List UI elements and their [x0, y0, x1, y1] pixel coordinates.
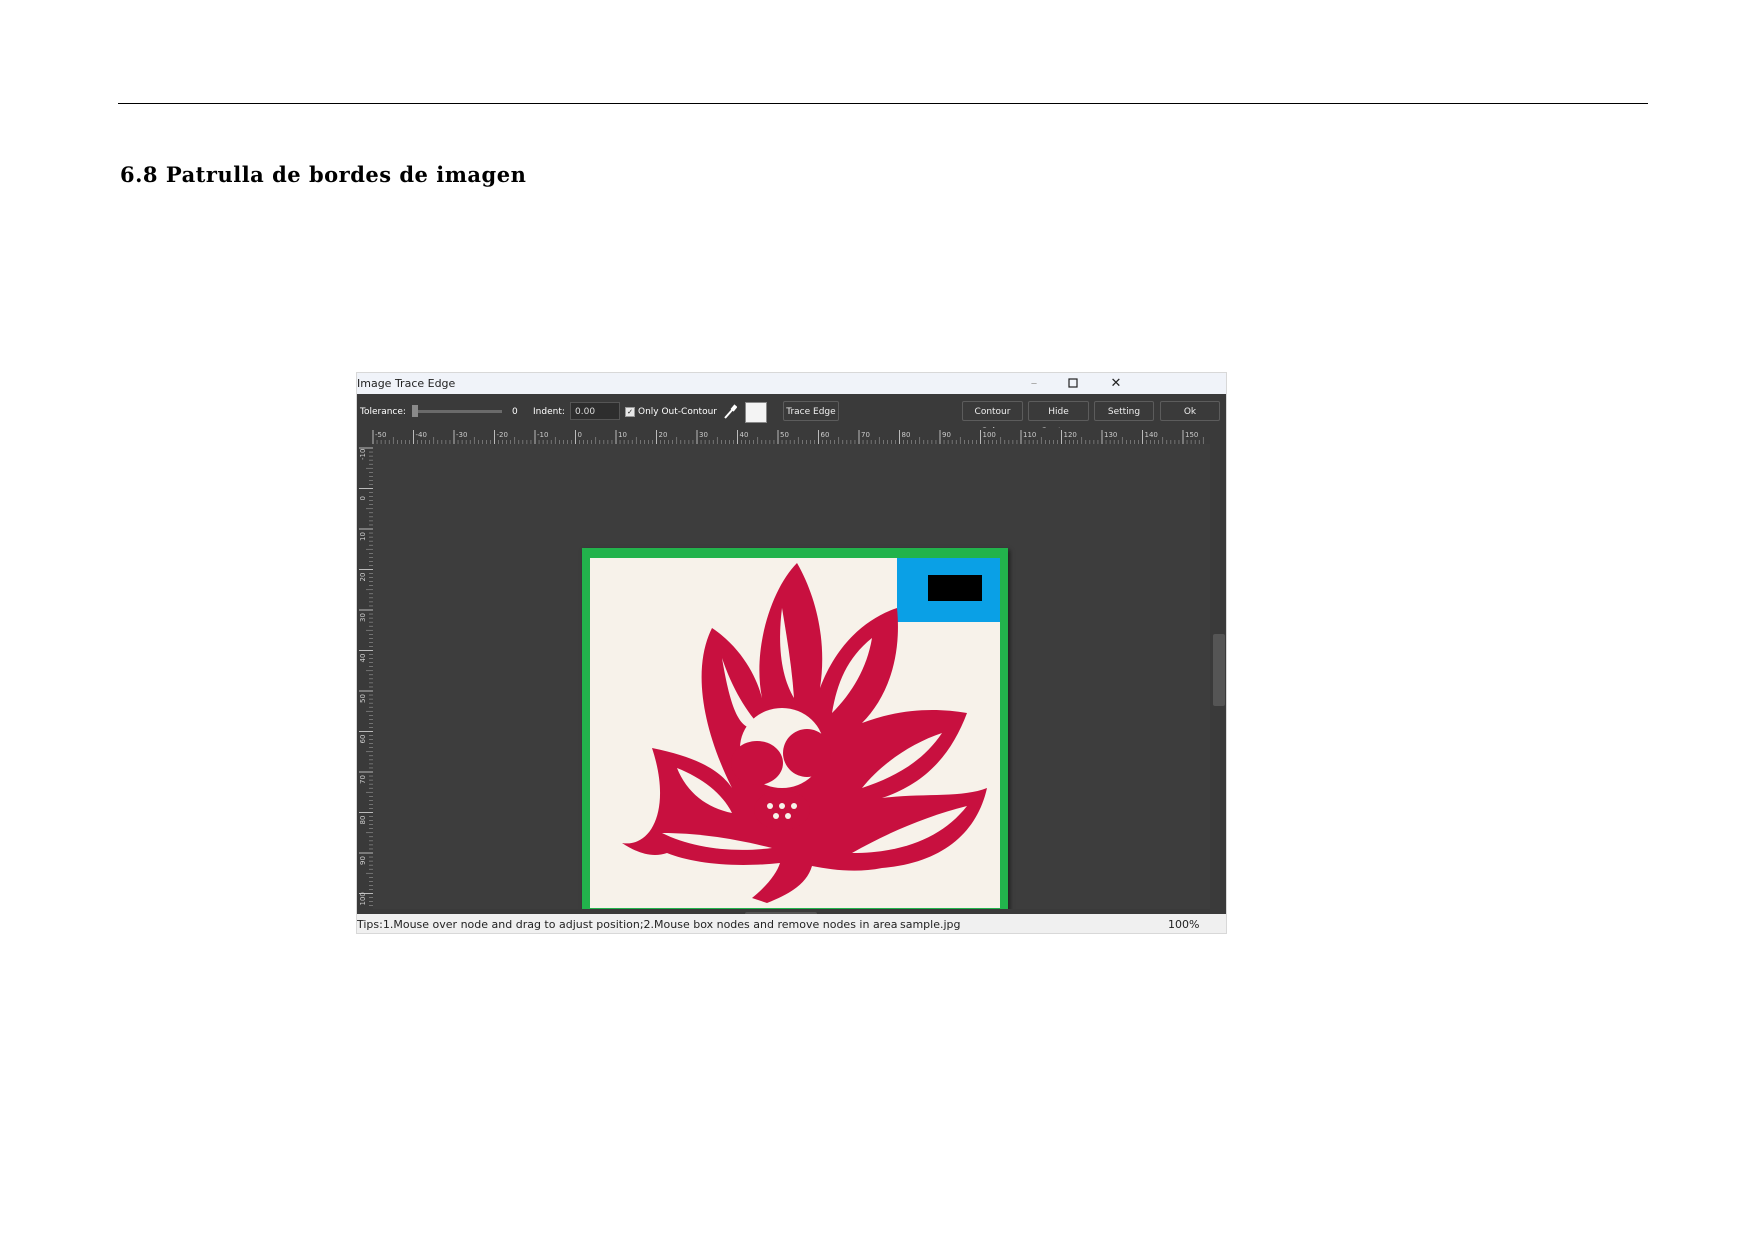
- ruler-tick-label: 50: [359, 694, 367, 703]
- ruler-tick-label: 60: [821, 431, 830, 439]
- only-out-contour-label: Only Out-Contour: [638, 407, 717, 417]
- ruler-tick-label: 50: [780, 431, 789, 439]
- only-out-contour-checkbox[interactable]: ✓: [625, 407, 635, 417]
- ruler-tick-label: 120: [1064, 431, 1077, 439]
- ruler-tick-label: 70: [861, 431, 870, 439]
- ruler-tick-label: 40: [740, 431, 749, 439]
- ruler-tick-label: 80: [902, 431, 911, 439]
- minimize-icon[interactable]: –: [1014, 373, 1054, 394]
- tolerance-value: 0: [512, 407, 518, 417]
- ruler-tick-label: 90: [359, 856, 367, 865]
- status-file-name: sample.jpg: [900, 918, 961, 931]
- contour-color-button[interactable]: Contour Color: [962, 401, 1023, 437]
- ruler-tick-label: 80: [359, 816, 367, 825]
- corner-black-box: [928, 575, 982, 601]
- ruler-tick-label: 30: [359, 613, 367, 622]
- ruler-tick-label: -20: [497, 431, 508, 439]
- ruler-tick-label: 60: [359, 735, 367, 744]
- tolerance-slider-thumb[interactable]: [412, 405, 418, 417]
- ruler-tick-label: -10: [359, 449, 367, 460]
- tolerance-label: Tolerance:: [360, 407, 406, 417]
- ruler-tick-label: 30: [699, 431, 708, 439]
- section-title: 6.8 Patrulla de bordes de imagen: [120, 162, 527, 187]
- ruler-tick-label: 0: [578, 431, 582, 439]
- indent-label: Indent:: [533, 407, 565, 417]
- ruler-tick-label: 130: [1104, 431, 1117, 439]
- ruler-tick-label: -30: [456, 431, 467, 439]
- paper-cut-image: [590, 558, 1000, 908]
- ruler-tick-label: 90: [942, 431, 951, 439]
- ruler-tick-label: 100: [359, 892, 367, 905]
- ruler-tick-label: 0: [359, 496, 367, 500]
- vertical-scrollbar[interactable]: [1210, 444, 1226, 909]
- hide-contour-button[interactable]: Hide Contour: [1028, 401, 1089, 437]
- ruler-tick-label: 10: [359, 532, 367, 541]
- indent-input[interactable]: 0.00: [570, 402, 620, 420]
- vertical-scrollbar-thumb[interactable]: [1213, 634, 1225, 706]
- ruler-tick-label: -40: [416, 431, 427, 439]
- maximize-square-icon: [1068, 378, 1078, 388]
- ruler-tick-label: -50: [375, 431, 386, 439]
- maximize-icon[interactable]: [1053, 373, 1093, 394]
- ruler-tick-label: -10: [537, 431, 548, 439]
- contour-color-swatch[interactable]: [745, 402, 767, 423]
- toolbar: Tolerance: 0 Indent: 0.00 ✓ Only Out-Con…: [357, 394, 1226, 437]
- close-icon[interactable]: ✕: [1096, 373, 1136, 394]
- ruler-tick-label: 110: [1023, 431, 1036, 439]
- page-top-rule: [118, 103, 1648, 104]
- vertical-ruler: -10 0 10 20 30 40 50 60 70 80 90 100: [357, 444, 374, 909]
- tolerance-slider-track[interactable]: [412, 410, 502, 413]
- image-preview[interactable]: [582, 548, 1008, 921]
- ruler-tick-label: 140: [1145, 431, 1158, 439]
- status-zoom: 100%: [1168, 918, 1200, 931]
- ruler-tick-label: 40: [359, 654, 367, 663]
- ruler-tick-label: 20: [659, 431, 668, 439]
- ruler-tick-label: 70: [359, 775, 367, 784]
- window-titlebar: Image Trace Edge – ✕: [357, 373, 1226, 394]
- ruler-tick-label: 20: [359, 573, 367, 582]
- status-bar: Tips:1.Mouse over node and drag to adjus…: [357, 914, 1226, 933]
- ruler-tick-label: 10: [618, 431, 627, 439]
- ruler-tick-label: 100: [983, 431, 996, 439]
- image-canvas[interactable]: [373, 444, 1210, 921]
- vertical-ruler-scale: -10 0 10 20 30 40 50 60 70 80 90 100: [359, 447, 373, 906]
- ruler-tick-label: 150: [1185, 431, 1198, 439]
- setting-button[interactable]: Setting: [1094, 401, 1154, 421]
- eyedropper-icon[interactable]: [723, 404, 737, 420]
- horizontal-ruler-scale: -50 -40 -30 -20 -10 0 10 20 30 40 50 60 70 80 90 100 110…: [372, 430, 1204, 444]
- image-trace-edge-window: Image Trace Edge – ✕ Tolerance: 0 Indent…: [357, 373, 1226, 933]
- ok-button[interactable]: Ok: [1160, 401, 1220, 421]
- horizontal-ruler: -50 -40 -30 -20 -10 0 10 20 30 40 50 60 70 80 90 100 110…: [357, 428, 1226, 445]
- status-tips: Tips:1.Mouse over node and drag to adjus…: [357, 918, 898, 931]
- window-title: Image Trace Edge: [357, 377, 456, 390]
- trace-edge-button[interactable]: Trace Edge: [783, 401, 839, 421]
